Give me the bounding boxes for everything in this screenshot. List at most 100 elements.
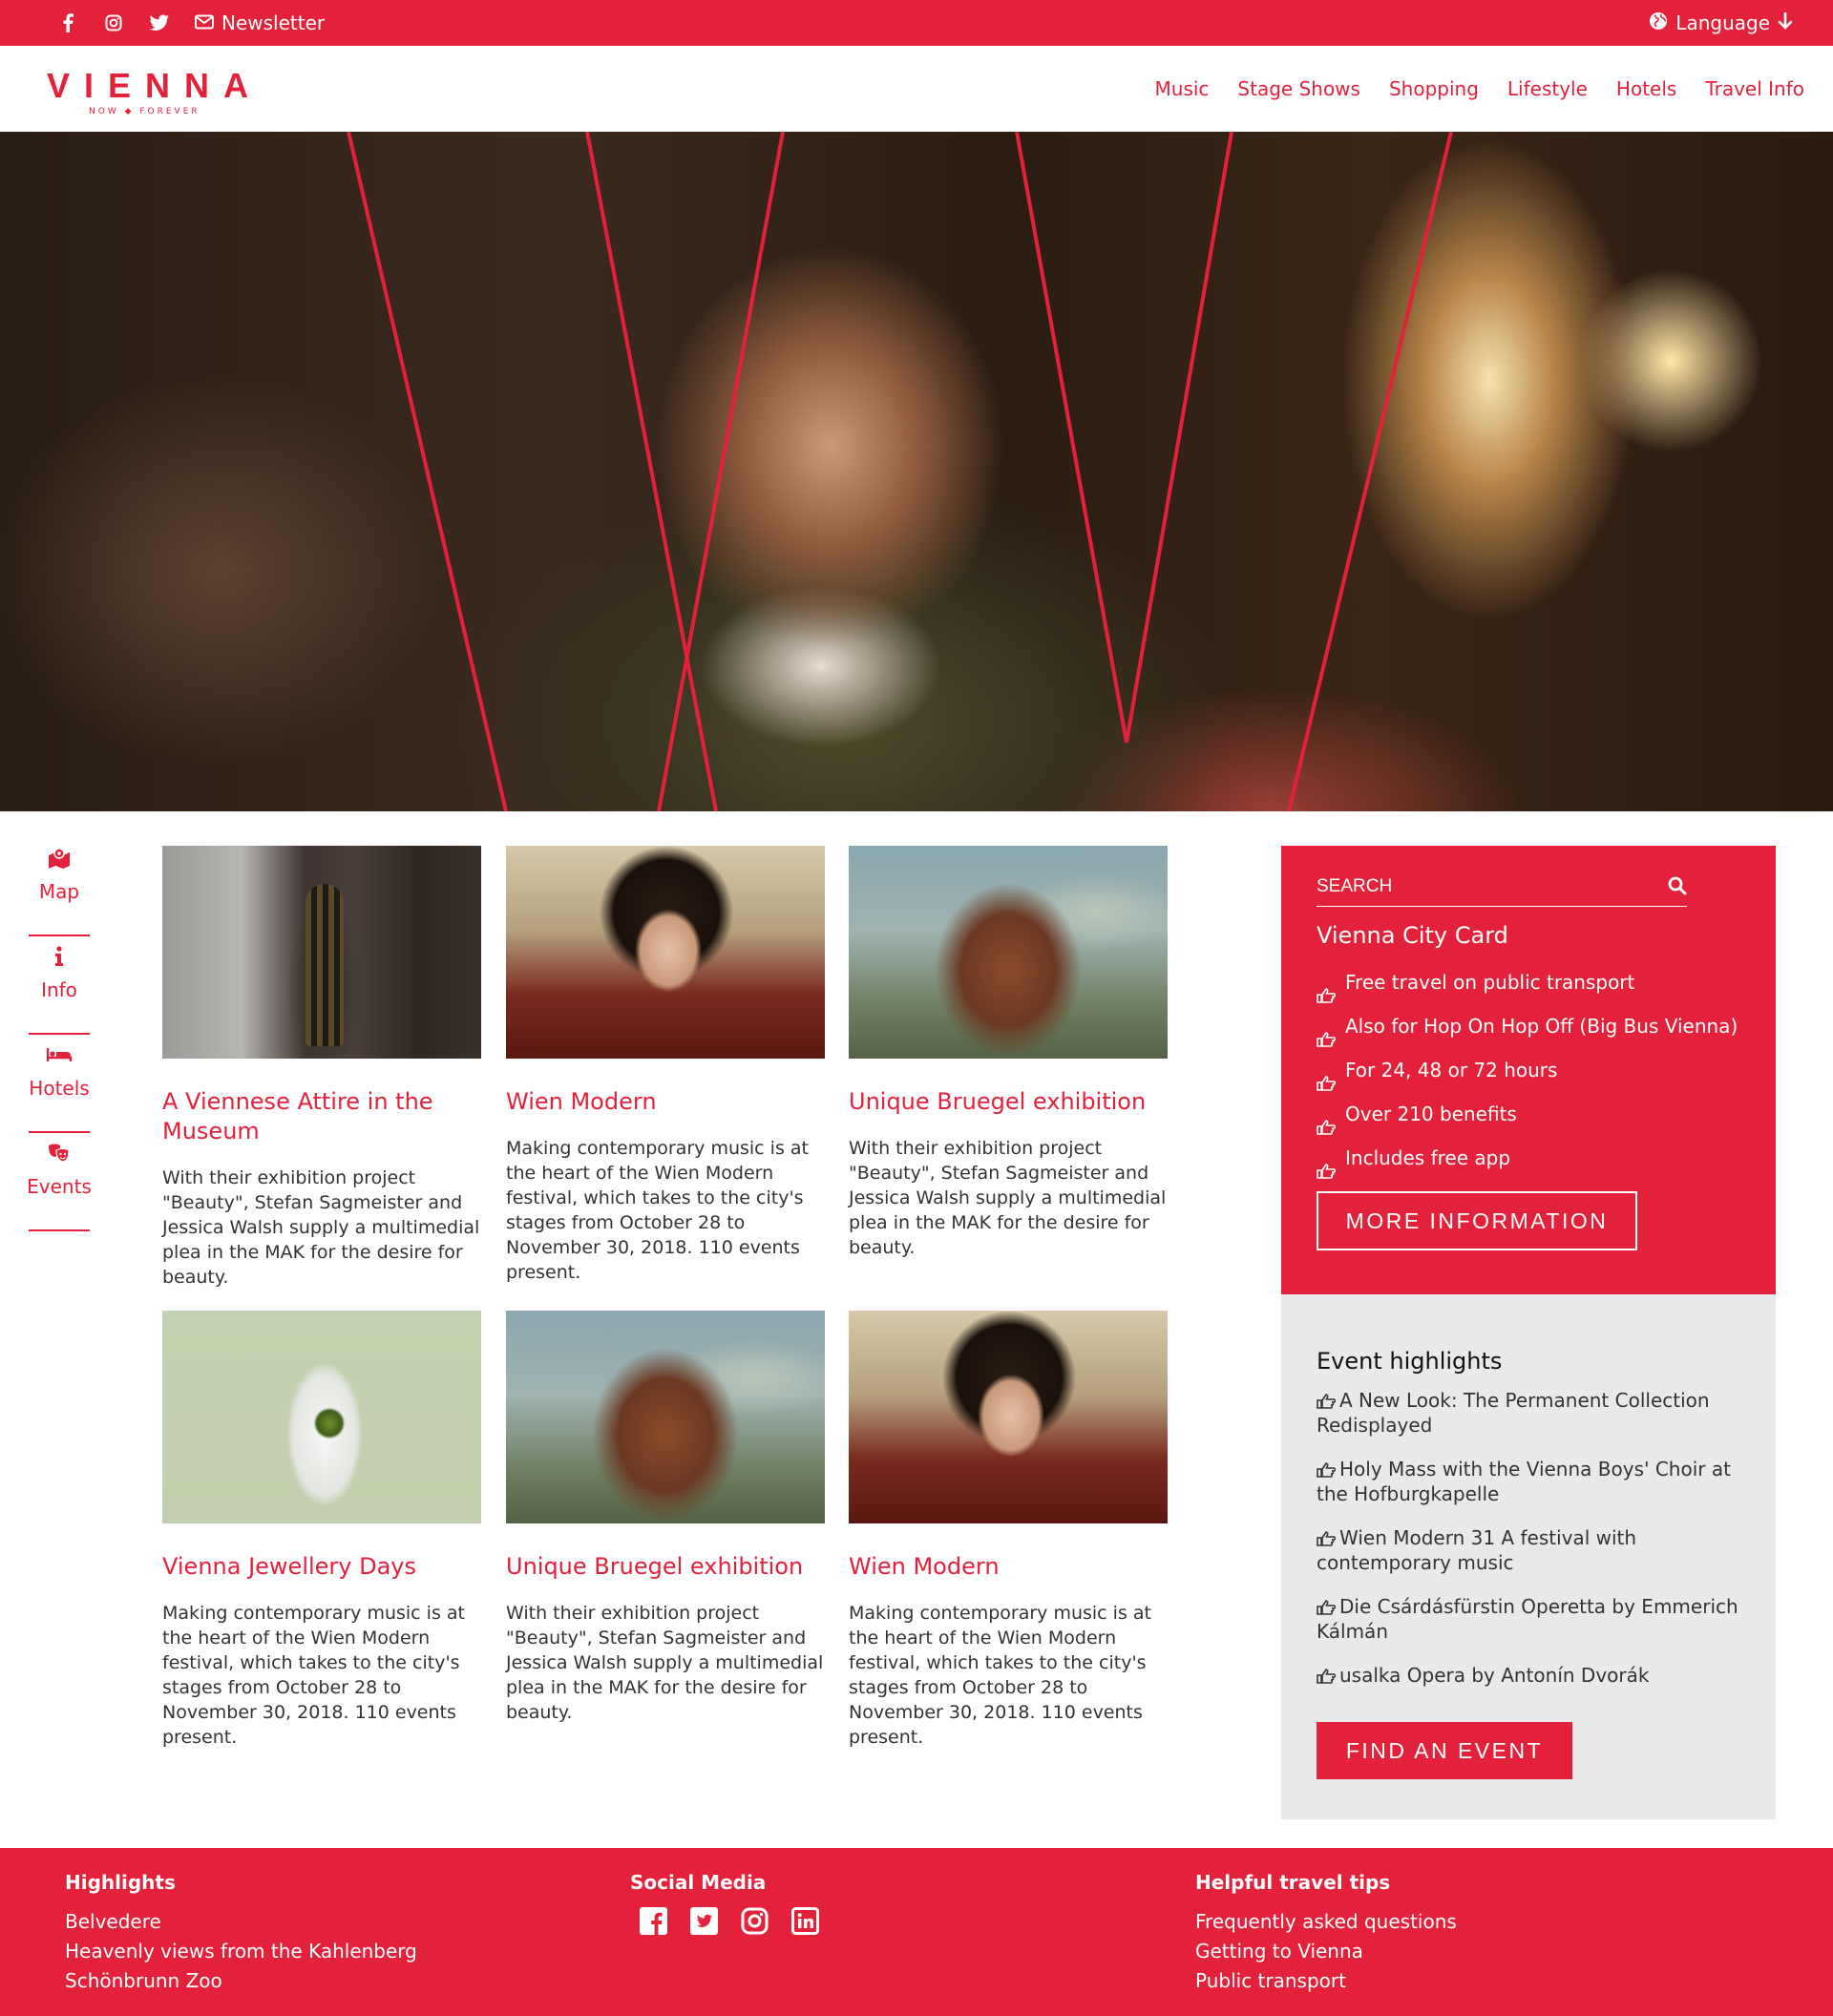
facebook-square-icon[interactable] (640, 1907, 667, 1935)
event-link[interactable]: Wien Modern 31 A festival with contempor… (1317, 1525, 1740, 1575)
search-input[interactable] (1317, 876, 1668, 897)
hand-pointer-icon (1317, 1390, 1337, 1409)
twitter-square-icon[interactable] (690, 1907, 718, 1935)
card-title[interactable]: Wien Modern (849, 1552, 1168, 1582)
benefit-text: Free travel on public transport (1345, 971, 1635, 994)
list-item: Includes free app (1317, 1136, 1740, 1180)
sidebar: Vienna City Card Free travel on public t… (1281, 846, 1776, 1819)
main-nav: Music Stage Shows Shopping Lifestyle Hot… (1155, 46, 1804, 132)
footer-social: Social Media (630, 1871, 819, 1935)
logo-wordmark: VIENNA (47, 66, 263, 105)
footer-highlights: Highlights Belvedere Heavenly views from… (65, 1871, 417, 1996)
card-title[interactable]: A Viennese Attire in the Museum (162, 1087, 481, 1146)
footer-link[interactable]: Belvedere (65, 1907, 417, 1937)
event-text: Wien Modern 31 A festival with contempor… (1317, 1526, 1637, 1574)
twitter-icon[interactable] (149, 12, 170, 33)
hero-image (0, 132, 1833, 811)
article-card[interactable]: A Viennese Attire in the Museum With the… (162, 846, 481, 1290)
card-image[interactable] (162, 1311, 481, 1523)
card-text: With their exhibition project "Beauty", … (162, 1167, 480, 1288)
quick-nav-info-label: Info (41, 978, 77, 1001)
hand-pointer-icon (1317, 1459, 1337, 1478)
article-card[interactable]: Vienna Jewellery Days Making contemporar… (162, 1311, 481, 1750)
list-item: Free travel on public transport (1317, 960, 1740, 1004)
event-link[interactable]: A New Look: The Permanent Collection Red… (1317, 1388, 1740, 1438)
card-title[interactable]: Wien Modern (506, 1087, 825, 1117)
card-text: Making contemporary music is at the hear… (849, 1603, 1151, 1748)
hand-pointer-icon (1317, 1150, 1337, 1179)
language-selector[interactable]: Language (1649, 0, 1793, 46)
event-text: A New Look: The Permanent Collection Red… (1317, 1389, 1710, 1437)
quick-nav-map-label: Map (38, 880, 80, 903)
list-item: Also for Hop On Hop Off (Big Bus Vienna) (1317, 1004, 1740, 1048)
hand-pointer-icon (1317, 1596, 1337, 1615)
footer-link[interactable]: Getting to Vienna (1195, 1937, 1457, 1966)
nav-item-travel-info[interactable]: Travel Info (1705, 77, 1804, 100)
globe-icon (1649, 11, 1668, 35)
quick-nav: Map Info Hotels Events (27, 838, 92, 1231)
quick-nav-info[interactable]: Info (29, 936, 90, 1035)
event-text: Die Csárdásfürstin Operetta by Emmerich … (1317, 1595, 1738, 1643)
newsletter-link[interactable]: Newsletter (195, 11, 325, 34)
event-link[interactable]: Holy Mass with the Vienna Boys' Choir at… (1317, 1457, 1740, 1506)
event-link[interactable]: Die Csárdásfürstin Operetta by Emmerich … (1317, 1594, 1740, 1644)
facebook-icon[interactable] (57, 12, 78, 33)
card-text: With their exhibition project "Beauty", … (849, 1138, 1167, 1258)
hero-v-lines (347, 132, 1453, 811)
list-item: Over 210 benefits (1317, 1092, 1740, 1136)
instagram-icon[interactable] (741, 1907, 769, 1935)
card-image[interactable] (849, 1311, 1168, 1523)
event-text: usalka Opera by Antonín Dvorák (1339, 1664, 1650, 1687)
nav-item-shopping[interactable]: Shopping (1389, 77, 1479, 100)
linkedin-icon[interactable] (791, 1907, 819, 1935)
hand-pointer-icon (1317, 1527, 1337, 1546)
footer-link[interactable]: Heavenly views from the Kahlenberg (65, 1937, 417, 1966)
theater-masks-icon (47, 1141, 72, 1166)
vienna-logo[interactable]: VIENNA NOW ◆ FOREVER (47, 66, 263, 117)
card-image[interactable] (506, 1311, 825, 1523)
footer-link[interactable]: Public transport (1195, 1966, 1457, 1996)
event-link[interactable]: usalka Opera by Antonín Dvorák (1317, 1663, 1740, 1688)
card-image[interactable] (162, 846, 481, 1059)
card-image[interactable] (849, 846, 1168, 1059)
language-label: Language (1675, 11, 1770, 34)
nav-item-lifestyle[interactable]: Lifestyle (1507, 77, 1588, 100)
event-text: Holy Mass with the Vienna Boys' Choir at… (1317, 1458, 1731, 1505)
footer-link[interactable]: Schönbrunn Zoo (65, 1966, 417, 1996)
article-card[interactable]: Unique Bruegel exhibition With their exh… (506, 1311, 825, 1725)
search-bar (1317, 876, 1687, 907)
hand-pointer-icon (1317, 1106, 1337, 1135)
city-card-panel: Vienna City Card Free travel on public t… (1281, 846, 1776, 1294)
card-title[interactable]: Vienna Jewellery Days (162, 1552, 481, 1582)
quick-nav-map[interactable]: Map (29, 838, 90, 936)
article-card[interactable]: Unique Bruegel exhibition With their exh… (849, 846, 1168, 1260)
instagram-icon[interactable] (103, 12, 124, 33)
benefit-text: For 24, 48 or 72 hours (1345, 1059, 1558, 1082)
quick-nav-hotels[interactable]: Hotels (29, 1035, 90, 1133)
card-title[interactable]: Unique Bruegel exhibition (849, 1087, 1168, 1117)
more-information-button[interactable]: MORE INFORMATION (1317, 1191, 1637, 1250)
card-text: Making contemporary music is at the hear… (162, 1603, 465, 1748)
card-image[interactable] (506, 846, 825, 1059)
nav-item-stage-shows[interactable]: Stage Shows (1237, 77, 1360, 100)
card-title[interactable]: Unique Bruegel exhibition (506, 1552, 825, 1582)
city-card-benefits: Free travel on public transport Also for… (1317, 960, 1740, 1180)
event-highlights-panel: Event highlights A New Look: The Permane… (1281, 1294, 1776, 1819)
arrow-down-icon (1778, 11, 1793, 34)
article-card[interactable]: Wien Modern Making contemporary music is… (849, 1311, 1168, 1750)
search-icon[interactable] (1668, 876, 1687, 899)
footer-travel-tips: Helpful travel tips Frequently asked que… (1195, 1871, 1457, 1996)
quick-nav-events-label: Events (27, 1175, 92, 1198)
nav-item-hotels[interactable]: Hotels (1616, 77, 1676, 100)
article-card[interactable]: Wien Modern Making contemporary music is… (506, 846, 825, 1285)
footer-link[interactable]: Frequently asked questions (1195, 1907, 1457, 1937)
event-highlights-title: Event highlights (1317, 1348, 1503, 1375)
newsletter-label: Newsletter (221, 11, 326, 34)
event-highlights-list: A New Look: The Permanent Collection Red… (1317, 1388, 1740, 1688)
quick-nav-events[interactable]: Events (27, 1133, 92, 1231)
find-an-event-button[interactable]: FIND AN EVENT (1317, 1722, 1572, 1779)
hand-pointer-icon (1317, 975, 1337, 1003)
logo-tagline: NOW ◆ FOREVER (89, 107, 200, 116)
nav-item-music[interactable]: Music (1155, 77, 1210, 100)
city-card-title: Vienna City Card (1317, 922, 1508, 949)
